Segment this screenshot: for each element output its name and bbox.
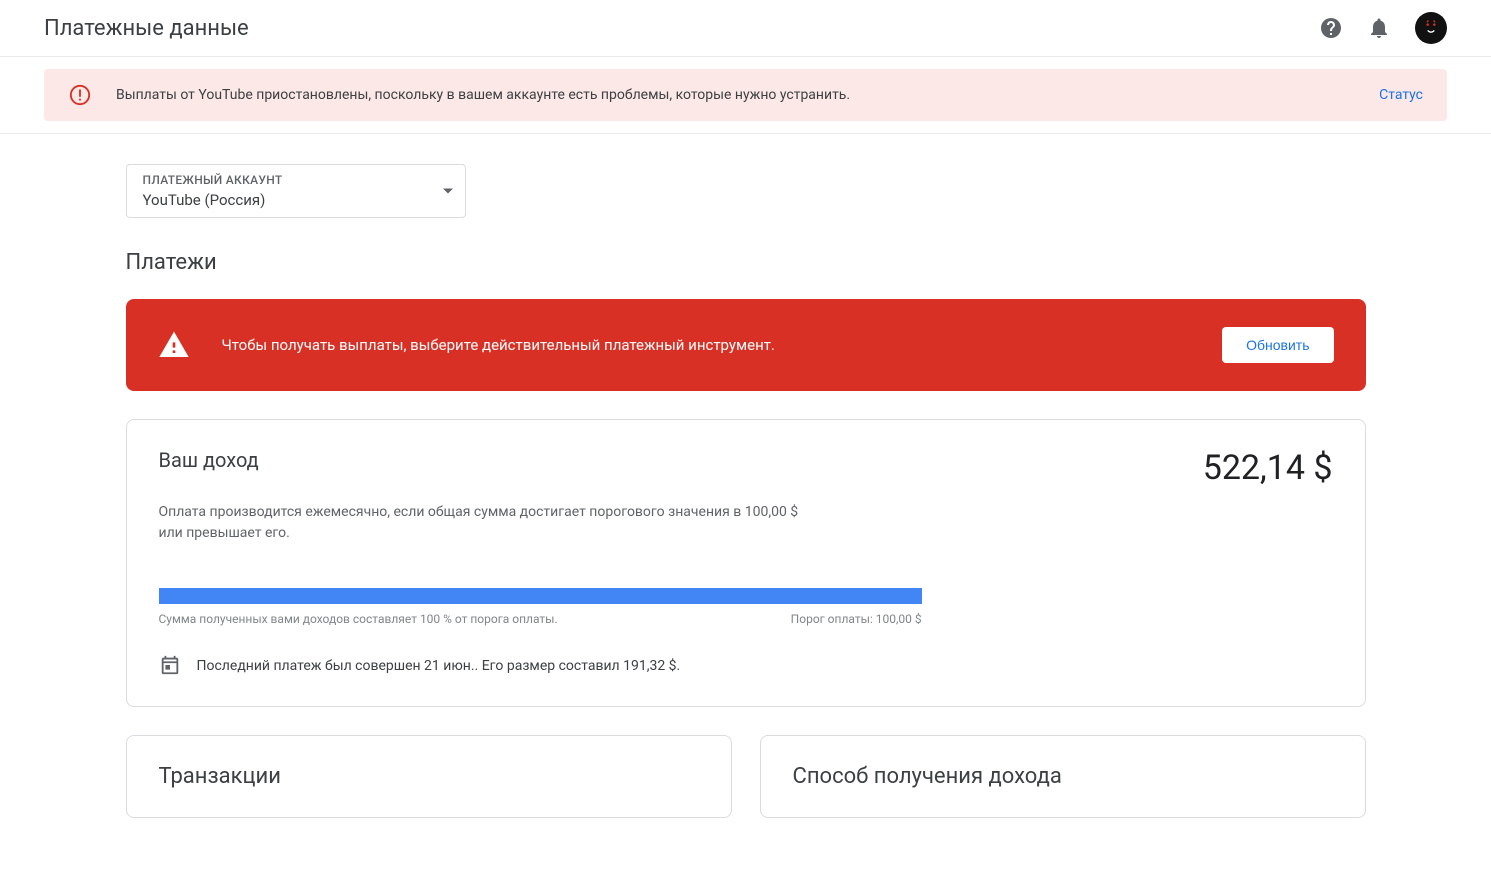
progress-right-label: Порог оплаты: 100,00 $ <box>791 612 922 626</box>
update-button[interactable]: Обновить <box>1222 327 1333 363</box>
calendar-icon <box>159 654 183 678</box>
account-select-value: YouTube (Россия) <box>143 191 449 209</box>
warning-text: Выплаты от YouTube приостановлены, поско… <box>116 87 1363 103</box>
earnings-title: Ваш доход <box>159 448 259 472</box>
chevron-down-icon <box>443 189 453 194</box>
payout-method-card[interactable]: Способ получения дохода <box>760 735 1366 818</box>
last-payment-text: Последний платеж был совершен 21 июн.. Е… <box>197 658 681 674</box>
earnings-card: Ваш доход 522,14 $ Оплата производится е… <box>126 419 1366 707</box>
payment-account-select[interactable]: ПЛАТЕЖНЫЙ АККАУНТ YouTube (Россия) <box>126 164 466 218</box>
transactions-card[interactable]: Транзакции <box>126 735 732 818</box>
avatar[interactable] <box>1415 12 1447 44</box>
alert-text: Чтобы получать выплаты, выберите действи… <box>222 336 1223 354</box>
warning-circle-icon <box>68 83 92 107</box>
help-icon[interactable] <box>1319 16 1343 40</box>
header-actions <box>1319 12 1447 44</box>
warning-status-link[interactable]: Статус <box>1379 87 1423 103</box>
progress-section: Сумма полученных вами доходов составляет… <box>159 588 1333 626</box>
main-content: ПЛАТЕЖНЫЙ АККАУНТ YouTube (Россия) Плате… <box>126 134 1366 818</box>
payment-method-alert: Чтобы получать выплаты, выберите действи… <box>126 299 1366 391</box>
progress-bar <box>159 588 922 604</box>
earnings-amount: 522,14 $ <box>1203 448 1333 488</box>
last-payment-row: Последний платеж был совершен 21 июн.. Е… <box>159 654 1333 678</box>
alert-triangle-icon <box>158 329 190 361</box>
section-title: Платежи <box>126 250 1366 275</box>
warning-banner: Выплаты от YouTube приостановлены, поско… <box>44 69 1447 121</box>
progress-left-label: Сумма полученных вами доходов составляет… <box>159 612 558 626</box>
payout-method-title: Способ получения дохода <box>793 764 1333 789</box>
account-select-label: ПЛАТЕЖНЫЙ АККАУНТ <box>143 173 449 187</box>
app-header: Платежные данные <box>0 0 1491 57</box>
page-title: Платежные данные <box>44 16 249 41</box>
notifications-icon[interactable] <box>1367 16 1391 40</box>
bottom-cards-row: Транзакции Способ получения дохода <box>126 735 1366 818</box>
earnings-description: Оплата производится ежемесячно, если общ… <box>159 502 819 544</box>
transactions-title: Транзакции <box>159 764 699 789</box>
